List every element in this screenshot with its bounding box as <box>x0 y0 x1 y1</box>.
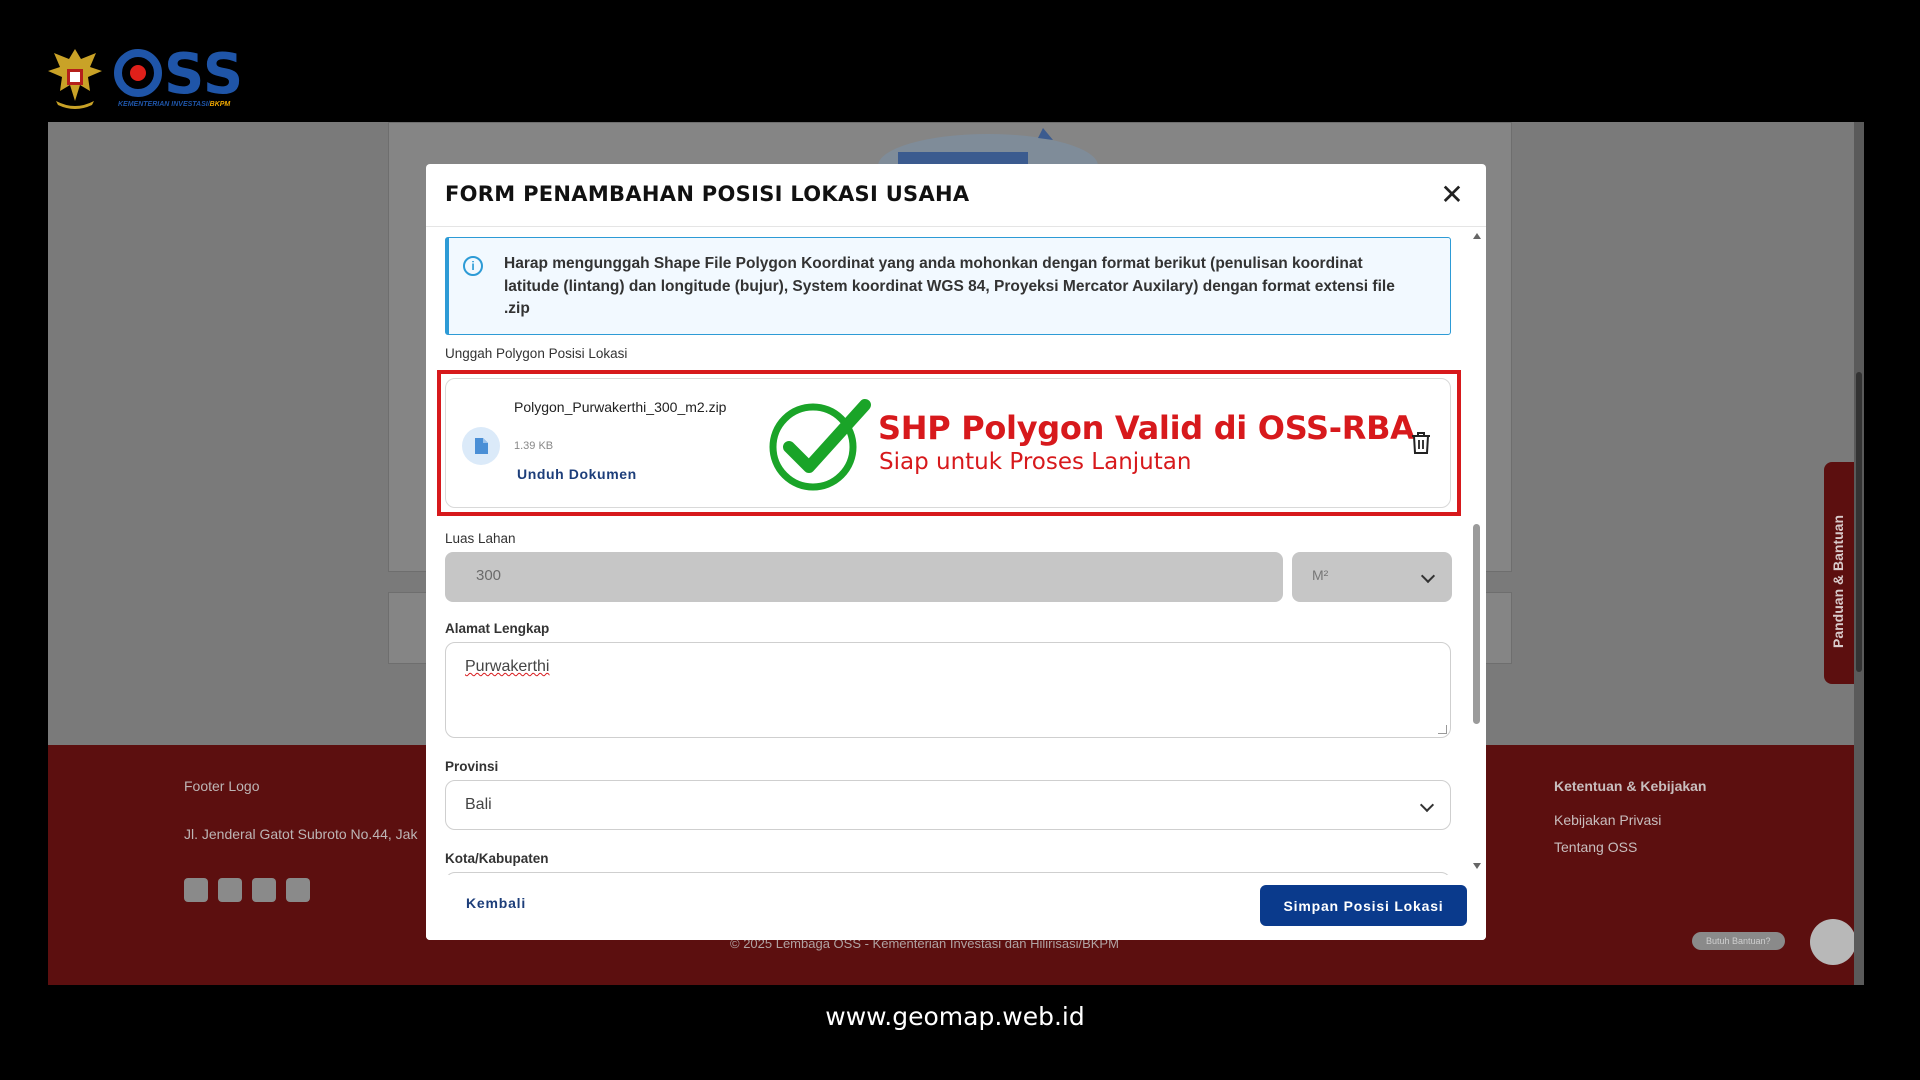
social-icon[interactable] <box>252 878 276 902</box>
help-chat-button[interactable] <box>1810 919 1856 965</box>
social-icon[interactable] <box>218 878 242 902</box>
background-illustration <box>878 128 1098 166</box>
validation-subtitle: Siap untuk Proses Lanjutan <box>879 449 1192 475</box>
footer-social-links[interactable] <box>184 878 310 902</box>
save-location-button[interactable]: Simpan Posisi Lokasi <box>1260 885 1467 926</box>
help-pill[interactable]: Butuh Bantuan? <box>1692 932 1785 950</box>
info-icon: i <box>463 256 483 276</box>
trash-icon[interactable] <box>1410 431 1432 455</box>
resize-handle[interactable] <box>1438 725 1447 734</box>
document-icon <box>462 427 500 465</box>
chevron-down-icon <box>1419 797 1435 813</box>
modal-scrollbar[interactable] <box>1472 233 1482 869</box>
footer-logo: Footer Logo <box>184 778 260 794</box>
download-document-link[interactable]: Unduh Dokumen <box>517 466 637 482</box>
address-value: Purwakerthi <box>465 658 550 675</box>
province-label: Provinsi <box>445 759 499 774</box>
scroll-thumb[interactable] <box>1473 524 1480 724</box>
page-scrollbar[interactable] <box>1854 122 1864 985</box>
chevron-down-icon <box>1420 568 1436 584</box>
uploaded-file-card: Polygon_Purwakerthi_300_m2.zip 1.39 KB U… <box>445 378 1451 508</box>
file-size: 1.39 KB <box>514 440 554 452</box>
footer-link-privacy[interactable]: Kebijakan Privasi <box>1554 812 1661 828</box>
info-alert: i Harap mengunggah Shape File Polygon Ko… <box>445 237 1451 335</box>
validation-title: SHP Polygon Valid di OSS-RBA <box>878 409 1415 447</box>
garuda-emblem-icon <box>46 45 104 111</box>
unit-select-value: M² <box>1312 567 1329 583</box>
location-form-modal: FORM PENAMBAHAN POSISI LOKASI USAHA ✕ i … <box>426 164 1486 940</box>
info-text: Harap mengunggah Shape File Polygon Koor… <box>504 255 1395 317</box>
scroll-down-arrow[interactable] <box>1473 863 1481 869</box>
oss-wordmark: SS KEMENTERIAN INVESTASI/BKPM <box>114 46 244 108</box>
province-value: Bali <box>465 796 492 813</box>
modal-title: FORM PENAMBAHAN POSISI LOKASI USAHA <box>445 182 970 206</box>
modal-footer: Kembali Simpan Posisi Lokasi <box>426 875 1486 940</box>
unit-select[interactable]: M² <box>1292 552 1452 602</box>
address-label: Alamat Lengkap <box>445 621 550 636</box>
scroll-up-arrow[interactable] <box>1473 233 1481 239</box>
side-help-tab-label: Panduan & Bantuan <box>1830 514 1846 648</box>
back-button[interactable]: Kembali <box>466 895 526 911</box>
modal-body: i Harap mengunggah Shape File Polygon Ko… <box>426 227 1486 875</box>
file-name: Polygon_Purwakerthi_300_m2.zip <box>514 399 727 415</box>
social-icon[interactable] <box>286 878 310 902</box>
social-icon[interactable] <box>184 878 208 902</box>
province-select[interactable]: Bali <box>445 780 1451 830</box>
city-label: Kota/Kabupaten <box>445 851 549 866</box>
address-textarea[interactable]: Purwakerthi <box>445 642 1451 738</box>
upload-label: Unggah Polygon Posisi Lokasi <box>445 346 628 361</box>
area-label: Luas Lahan <box>445 531 516 546</box>
watermark-url: www.geomap.web.id <box>825 1002 1085 1031</box>
close-icon[interactable]: ✕ <box>1438 179 1466 210</box>
modal-header: FORM PENAMBAHAN POSISI LOKASI USAHA ✕ <box>426 164 1486 227</box>
oss-logo: SS KEMENTERIAN INVESTASI/BKPM <box>46 42 244 114</box>
area-input[interactable]: 300 <box>445 552 1283 602</box>
footer-address: Jl. Jenderal Gatot Subroto No.44, Jak <box>184 826 418 842</box>
valid-check-icon <box>769 399 871 491</box>
footer-policy-heading: Ketentuan & Kebijakan <box>1554 778 1707 794</box>
footer-link-about[interactable]: Tentang OSS <box>1554 839 1637 855</box>
